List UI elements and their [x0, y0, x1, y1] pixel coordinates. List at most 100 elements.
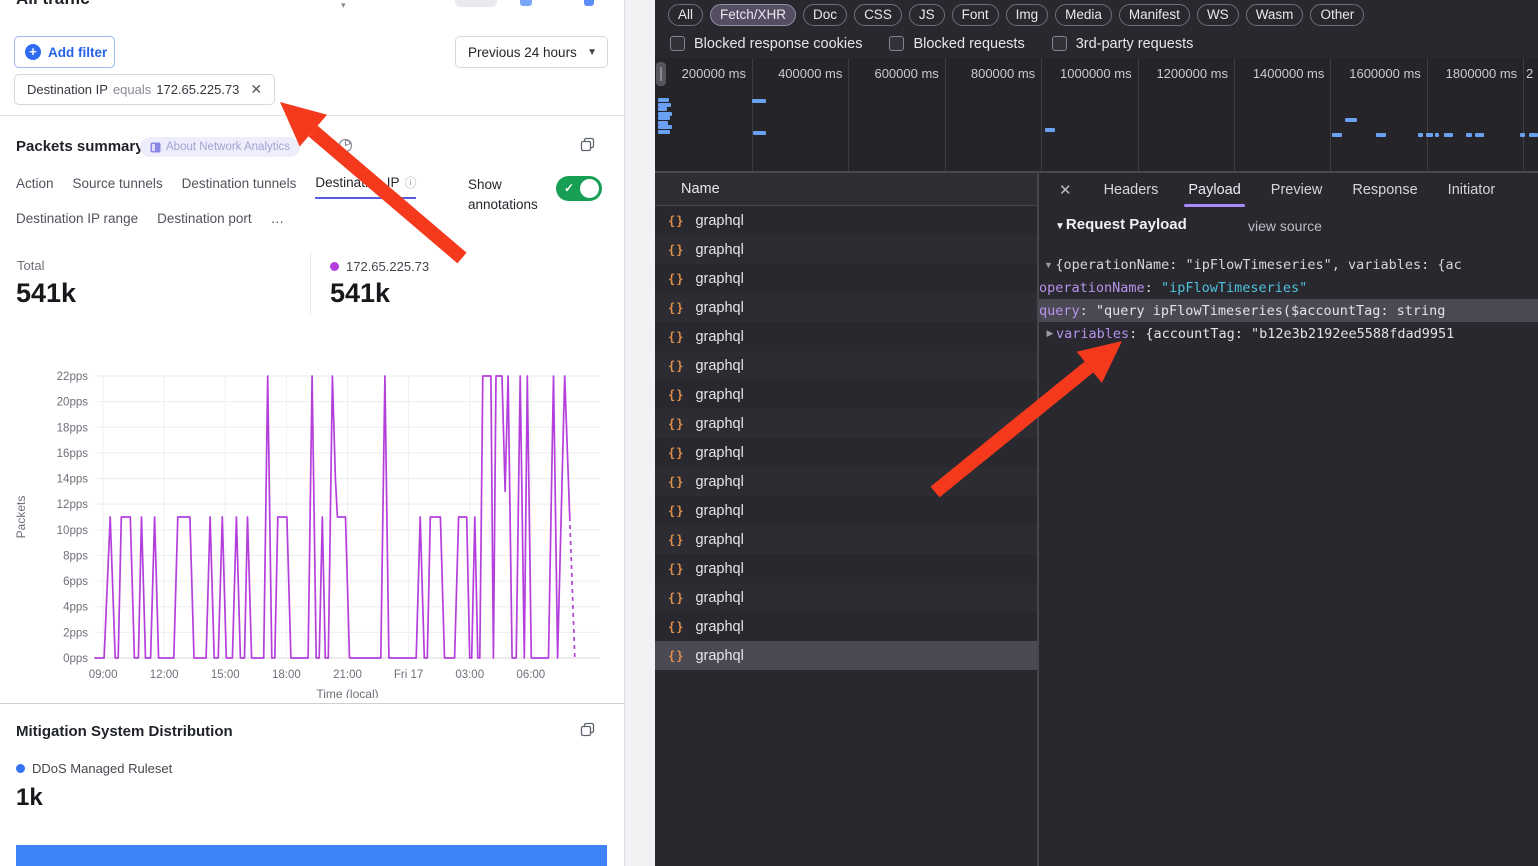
expand-card-icon[interactable]: [580, 722, 595, 737]
network-filter-checkboxes: Blocked response cookies Blocked requests…: [655, 29, 1538, 58]
svg-text:Time (local): Time (local): [316, 687, 378, 698]
badge-label: About Network Analytics: [166, 141, 290, 153]
checkbox-3rd-party-requests[interactable]: 3rd-party requests: [1052, 36, 1194, 52]
analytics-panel: All traffic ▾ + Add filter Destination I…: [0, 0, 624, 866]
timeline-request-bar: [1520, 133, 1525, 137]
add-filter-button[interactable]: + Add filter: [14, 36, 115, 68]
filter-pill-img[interactable]: Img: [1006, 4, 1049, 26]
triangle-down-icon[interactable]: ▼: [1039, 260, 1055, 270]
request-row[interactable]: {}graphql: [655, 438, 1037, 467]
timeline-gridline: [1427, 58, 1428, 172]
tab-destination-ip[interactable]: Destination IPⓘ: [315, 174, 416, 199]
tab-destination-port[interactable]: Destination port: [157, 211, 252, 232]
filter-pill-other[interactable]: Other: [1310, 4, 1364, 26]
show-annotations-toggle[interactable]: ✓: [556, 176, 602, 201]
request-row[interactable]: {}graphql: [655, 641, 1037, 670]
payload-line[interactable]: operationName: "ipFlowTimeseries": [1039, 276, 1538, 299]
timeline-request-bar: [1376, 133, 1386, 137]
tab-destination-ip-range[interactable]: Destination IP range: [16, 211, 138, 232]
filter-pill-ws[interactable]: WS: [1197, 4, 1239, 26]
close-icon[interactable]: ✕: [1059, 181, 1072, 199]
detail-tab-payload[interactable]: Payload: [1188, 173, 1240, 207]
analytics-toolbar: All traffic ▾ + Add filter Destination I…: [0, 0, 624, 116]
request-row[interactable]: {}graphql: [655, 264, 1037, 293]
payload-line[interactable]: ▶ variables: {accountTag: "b12e3b2192ee5…: [1039, 322, 1538, 345]
request-row[interactable]: {}graphql: [655, 612, 1037, 641]
filter-pill-wasm[interactable]: Wasm: [1246, 4, 1304, 26]
svg-text:2pps: 2pps: [63, 627, 88, 639]
request-name: graphql: [695, 213, 743, 229]
payload-line[interactable]: query: "query ipFlowTimeseries($accountT…: [1039, 299, 1538, 322]
json-braces-icon: {}: [668, 417, 684, 431]
about-network-analytics-badge[interactable]: About Network Analytics: [140, 137, 300, 157]
timeline-request-bar: [658, 125, 672, 129]
request-row[interactable]: {}graphql: [655, 554, 1037, 583]
payload-key: variables: [1056, 326, 1129, 342]
request-name: graphql: [695, 474, 743, 490]
request-row[interactable]: {} graphql: [655, 467, 1037, 496]
request-row[interactable]: {}graphql: [655, 583, 1037, 612]
timeline-gridline: [1330, 58, 1331, 172]
request-row[interactable]: {}graphql: [655, 351, 1037, 380]
tab-destination-tunnels[interactable]: Destination tunnels: [182, 174, 297, 199]
time-range-dropdown[interactable]: Previous 24 hours ▼: [455, 36, 608, 68]
tab-source-tunnels[interactable]: Source tunnels: [73, 174, 163, 199]
json-braces-icon: {}: [668, 562, 684, 576]
request-row[interactable]: {}graphql: [655, 380, 1037, 409]
request-name: graphql: [695, 532, 743, 548]
page-scroll-gutter[interactable]: [624, 0, 655, 866]
json-braces-icon: {}: [668, 649, 684, 663]
filter-pill-css[interactable]: CSS: [854, 4, 902, 26]
request-row[interactable]: {}graphql: [655, 525, 1037, 554]
svg-text:15:00: 15:00: [211, 669, 240, 681]
checkbox-icon[interactable]: [889, 36, 904, 51]
view-source-link[interactable]: view source: [1248, 218, 1322, 234]
filter-pill-media[interactable]: Media: [1055, 4, 1112, 26]
mitigation-dot-icon: [16, 764, 25, 773]
detail-tab-initiator[interactable]: Initiator: [1448, 173, 1496, 207]
checkbox-blocked-requests[interactable]: Blocked requests: [889, 36, 1024, 52]
filter-pill-js[interactable]: JS: [909, 4, 945, 26]
payload-key: query: [1039, 303, 1080, 319]
tab--[interactable]: …: [271, 211, 285, 232]
request-payload-section[interactable]: ▼Request Payload: [1055, 216, 1187, 233]
filter-pill-all[interactable]: All: [668, 4, 703, 26]
series-dot-icon: [330, 262, 339, 271]
request-detail-panel: ✕ Headers Payload Preview Response Initiator…: [1039, 172, 1538, 866]
remove-filter-icon[interactable]: ✕: [250, 81, 262, 98]
request-row[interactable]: {}graphql: [655, 496, 1037, 525]
pie-clock-icon: [338, 138, 353, 153]
payload-line[interactable]: ▼ {operationName: "ipFlowTimeseries", va…: [1039, 253, 1538, 276]
request-row[interactable]: {}graphql: [655, 293, 1037, 322]
detail-tab-preview[interactable]: Preview: [1271, 173, 1323, 207]
filter-pill-doc[interactable]: Doc: [803, 4, 847, 26]
tab-action[interactable]: Action: [16, 174, 54, 199]
filter-pill-manifest[interactable]: Manifest: [1119, 4, 1190, 26]
json-braces-icon: {}: [668, 475, 684, 489]
timeline-tick-label: 1000000 ms: [1042, 66, 1132, 81]
clipped-icon-blue: [520, 0, 532, 6]
checkbox-icon[interactable]: [1052, 36, 1067, 51]
request-row[interactable]: {}graphql: [655, 235, 1037, 264]
request-row[interactable]: {}graphql: [655, 322, 1037, 351]
timeline-tick-label: 400000 ms: [752, 66, 842, 81]
filter-chip[interactable]: Destination IP equals 172.65.225.73 ✕: [14, 74, 275, 105]
checkbox-icon[interactable]: [670, 36, 685, 51]
expand-card-icon[interactable]: [580, 137, 595, 152]
filter-pill-font[interactable]: Font: [952, 4, 999, 26]
packets-tabs: Action Source tunnels Destination tunnels D…: [16, 174, 456, 232]
detail-tab-headers[interactable]: Headers: [1104, 173, 1159, 207]
filter-pill-fetch-xhr[interactable]: Fetch/XHR: [710, 4, 796, 26]
svg-text:18:00: 18:00: [272, 669, 301, 681]
clipped-control: [455, 0, 497, 7]
request-row[interactable]: {}graphql: [655, 206, 1037, 235]
detail-tab-response[interactable]: Response: [1352, 173, 1417, 207]
chart-svg: 0pps2pps4pps6pps8pps10pps12pps14pps16pps…: [0, 363, 620, 698]
request-row[interactable]: {}graphql: [655, 409, 1037, 438]
svg-text:14pps: 14pps: [57, 474, 89, 486]
network-overview-timeline[interactable]: 200000 ms400000 ms600000 ms800000 ms1000…: [655, 58, 1538, 172]
filter-field: Destination IP: [27, 82, 108, 97]
triangle-down-icon: ▼: [1055, 221, 1065, 232]
triangle-right-icon[interactable]: ▶: [1039, 328, 1056, 339]
checkbox-blocked-response-cookies[interactable]: Blocked response cookies: [670, 36, 862, 52]
